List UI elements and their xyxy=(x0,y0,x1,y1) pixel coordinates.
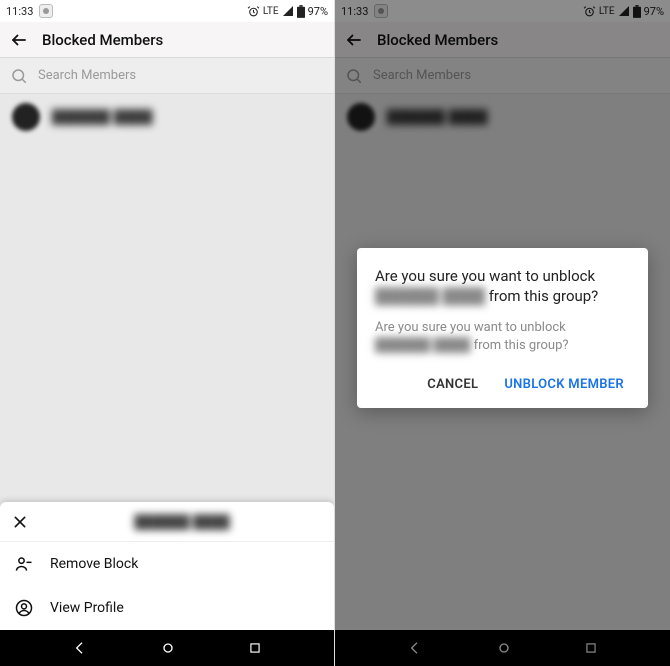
status-time: 11:33 xyxy=(6,5,33,18)
dialog-title: Are you sure you want to unblock ██████ … xyxy=(375,266,630,307)
close-icon[interactable] xyxy=(12,514,28,530)
dialog-body-name-redacted: ██████ ████ xyxy=(375,337,470,355)
remove-block-button[interactable]: Remove Block xyxy=(0,542,334,586)
status-bar: 11:33 LTE 97% xyxy=(0,0,334,22)
sheet-title-redacted: ██████ ████ xyxy=(134,514,229,530)
nav-home-icon[interactable] xyxy=(160,640,176,656)
nav-back-icon[interactable] xyxy=(72,640,88,656)
bottom-sheet: ██████ ████ Remove Block View Profile xyxy=(0,502,334,630)
nav-recents-icon[interactable] xyxy=(248,641,262,655)
screen-unblock-dialog: 11:33 LTE 97% Blocked Members xyxy=(335,0,670,666)
dialog-title-name-redacted: ██████ ████ xyxy=(375,286,485,306)
signal-icon xyxy=(282,5,294,17)
profile-icon xyxy=(14,598,34,618)
notification-icon xyxy=(39,4,53,18)
search-icon xyxy=(10,67,28,85)
dialog-title-post: from this group? xyxy=(485,287,598,305)
cancel-button[interactable]: CANCEL xyxy=(423,371,482,398)
remove-block-label: Remove Block xyxy=(50,556,138,572)
dialog-body: Are you sure you want to unblock ██████ … xyxy=(375,319,630,355)
dialog-body-post: from this group? xyxy=(470,338,568,353)
view-profile-button[interactable]: View Profile xyxy=(0,586,334,630)
back-icon[interactable] xyxy=(10,31,28,49)
dialog-actions: CANCEL UNBLOCK MEMBER xyxy=(375,371,630,398)
view-profile-label: View Profile xyxy=(50,600,124,616)
alarm-icon xyxy=(247,5,260,18)
app-header: Blocked Members xyxy=(0,22,334,58)
unblock-icon xyxy=(14,554,34,574)
list-item[interactable]: ██████ ████ xyxy=(0,94,334,140)
screen-blocked-members-sheet: 11:33 LTE 97% Blocked xyxy=(0,0,335,666)
status-battery: 97% xyxy=(308,5,328,18)
dialog-title-pre: Are you sure you want to unblock xyxy=(375,267,595,285)
search-input[interactable]: Search Members xyxy=(38,68,136,83)
unblock-member-button[interactable]: UNBLOCK MEMBER xyxy=(500,371,628,398)
android-nav-bar xyxy=(0,630,334,666)
avatar xyxy=(12,103,40,131)
battery-icon xyxy=(297,5,305,18)
status-network: LTE xyxy=(263,6,279,17)
dialog-body-pre: Are you sure you want to unblock xyxy=(375,320,566,335)
search-row[interactable]: Search Members xyxy=(0,58,334,94)
sheet-header: ██████ ████ xyxy=(0,502,334,542)
unblock-dialog: Are you sure you want to unblock ██████ … xyxy=(357,248,648,408)
member-name-redacted: ██████ ████ xyxy=(52,109,153,125)
page-title: Blocked Members xyxy=(42,31,163,49)
